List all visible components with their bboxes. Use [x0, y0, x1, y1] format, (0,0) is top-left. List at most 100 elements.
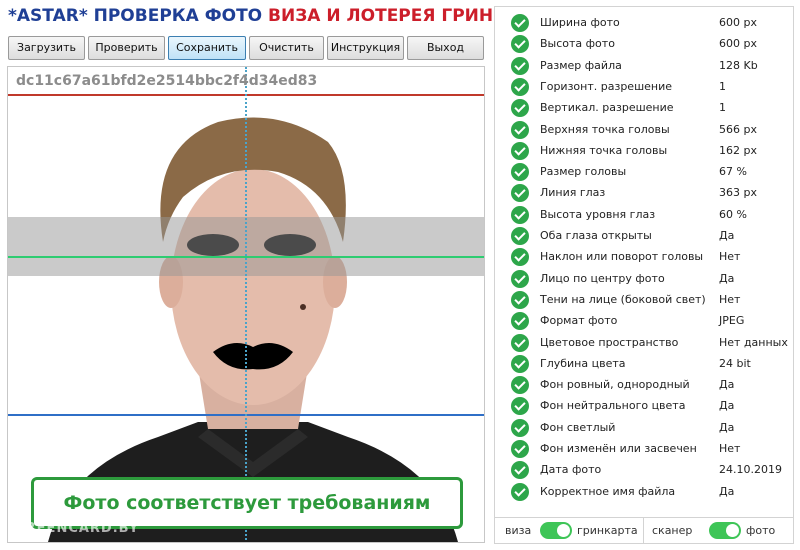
- check-label: Фон ровный, однородный: [540, 378, 690, 392]
- check-value: 566 px: [719, 122, 757, 136]
- check-label: Вертикал. разрешение: [540, 101, 674, 115]
- exit-button[interactable]: Выход: [407, 36, 484, 60]
- check-value: 67 %: [719, 165, 747, 179]
- check-row: Оба глаза открыты Да: [495, 226, 793, 247]
- check-label: Нижняя точка головы: [540, 143, 668, 157]
- check-row: Размер головы 67 %: [495, 162, 793, 183]
- photo-hash: dc11c67a61bfd2e2514bbc2f4d34ed83: [16, 73, 318, 89]
- checks-panel: Ширина фото 600 px Высота фото 600 px Размер…: [494, 6, 794, 544]
- check-label: Фон нейтрального цвета: [540, 399, 686, 413]
- check-value: Нет: [719, 292, 741, 306]
- watermark: GREENCARD.BY: [14, 521, 140, 536]
- check-label: Дата фото: [540, 463, 602, 477]
- check-button[interactable]: Проверить: [88, 36, 165, 60]
- check-value: JPEG: [719, 314, 745, 328]
- check-mark-icon: [511, 376, 529, 395]
- check-row: Цветовое пространство Нет данных: [495, 333, 793, 354]
- check-row: Горизонт. разрешение 1: [495, 77, 793, 98]
- check-row: Высота уровня глаз 60 %: [495, 205, 793, 226]
- source-left-label: сканер: [652, 524, 693, 537]
- check-mark-icon: [511, 397, 529, 416]
- check-label: Высота фото: [540, 37, 615, 51]
- check-row: Размер файла 128 Kb: [495, 56, 793, 77]
- check-mark-icon: [511, 269, 529, 288]
- check-row: Высота фото 600 px: [495, 34, 793, 55]
- check-value: Нет данных: [719, 335, 788, 349]
- instructions-button[interactable]: Инструкция: [327, 36, 404, 60]
- check-label: Оба глаза открыты: [540, 229, 652, 242]
- check-mark-icon: [511, 120, 529, 139]
- check-row: Ширина фото 600 px: [495, 13, 793, 34]
- clear-button[interactable]: Очистить: [249, 36, 324, 60]
- check-mark-icon: [511, 77, 529, 96]
- check-label: Ширина фото: [540, 16, 620, 29]
- check-mark-icon: [511, 482, 529, 501]
- check-value: Да: [719, 484, 735, 498]
- load-button[interactable]: Загрузить: [8, 36, 85, 60]
- check-value: Да: [719, 229, 735, 242]
- check-value: 600 px: [719, 16, 757, 29]
- check-mark-icon: [511, 227, 529, 245]
- check-row: Вертикал. разрешение 1: [495, 98, 793, 119]
- check-mark-icon: [511, 99, 529, 118]
- check-label: Формат фото: [540, 314, 618, 328]
- check-row: Дата фото 24.10.2019: [495, 460, 793, 481]
- check-label: Наклон или поворот головы: [540, 250, 704, 264]
- check-value: 162 px: [719, 143, 757, 157]
- check-row: Лицо по центру фото Да: [495, 269, 793, 290]
- app-title-main: *ASTAR* ПРОВЕРКА ФОТО: [8, 6, 263, 26]
- check-row: Наклон или поворот головы Нет: [495, 247, 793, 268]
- check-mark-icon: [511, 14, 529, 32]
- check-value: Да: [719, 378, 735, 392]
- photo-preview[interactable]: dc11c67a61bfd2e2514bbc2f4d34ed83 Фото со…: [7, 66, 485, 543]
- check-row: Формат фото JPEG: [495, 311, 793, 332]
- toggle-divider: [643, 518, 644, 544]
- check-label: Верхняя точка головы: [540, 122, 670, 136]
- check-value: 363 px: [719, 186, 757, 200]
- mode-switch[interactable]: [540, 522, 572, 539]
- check-mark-icon: [511, 461, 529, 480]
- check-label: Линия глаз: [540, 186, 606, 200]
- check-value: Да: [719, 271, 735, 285]
- source-switch[interactable]: [709, 522, 741, 539]
- check-mark-icon: [511, 418, 529, 437]
- check-value: 60 %: [719, 207, 747, 221]
- check-row: Нижняя точка головы 162 px: [495, 141, 793, 162]
- check-value: Нет: [719, 442, 741, 455]
- check-label: Горизонт. разрешение: [540, 79, 673, 93]
- save-button[interactable]: Сохранить: [168, 36, 246, 60]
- check-value: 600 px: [719, 37, 757, 51]
- check-row: Глубина цвета 24 bit: [495, 354, 793, 375]
- check-value: 1: [719, 79, 726, 93]
- check-mark-icon: [511, 248, 529, 267]
- center-line: [245, 67, 247, 542]
- check-row: Корректное имя файла Да: [495, 482, 793, 503]
- check-label: Глубина цвета: [540, 356, 626, 370]
- check-mark-icon: [511, 290, 529, 309]
- check-mark-icon: [511, 184, 529, 203]
- check-value: 128 Kb: [719, 58, 758, 72]
- mode-left-label: виза: [505, 524, 532, 537]
- check-row: Линия глаз 363 px: [495, 183, 793, 204]
- check-mark-icon: [511, 354, 529, 373]
- source-right-label: фото: [746, 524, 776, 537]
- check-mark-icon: [511, 35, 529, 54]
- check-label: Размер головы: [540, 165, 627, 179]
- check-mark-icon: [511, 56, 529, 75]
- check-value: 1: [719, 101, 726, 115]
- check-label: Высота уровня глаз: [540, 207, 656, 221]
- check-value: Да: [719, 399, 735, 413]
- check-row: Тени на лице (боковой свет) Нет: [495, 290, 793, 311]
- check-mark-icon: [511, 163, 529, 182]
- check-row: Фон изменён или засвечен Нет: [495, 439, 793, 460]
- check-label: Размер файла: [540, 58, 622, 72]
- check-mark-icon: [511, 141, 529, 160]
- check-mark-icon: [511, 312, 529, 331]
- app-title: *ASTAR* ПРОВЕРКА ФОТО ВИЗА И ЛОТЕРЕЯ ГРИ…: [8, 6, 563, 32]
- check-row: Фон нейтрального цвета Да: [495, 396, 793, 417]
- check-row: Фон светлый Да: [495, 418, 793, 439]
- check-label: Лицо по центру фото: [540, 271, 665, 285]
- check-label: Корректное имя файла: [540, 484, 676, 498]
- check-row: Фон ровный, однородный Да: [495, 375, 793, 396]
- check-mark-icon: [511, 440, 529, 458]
